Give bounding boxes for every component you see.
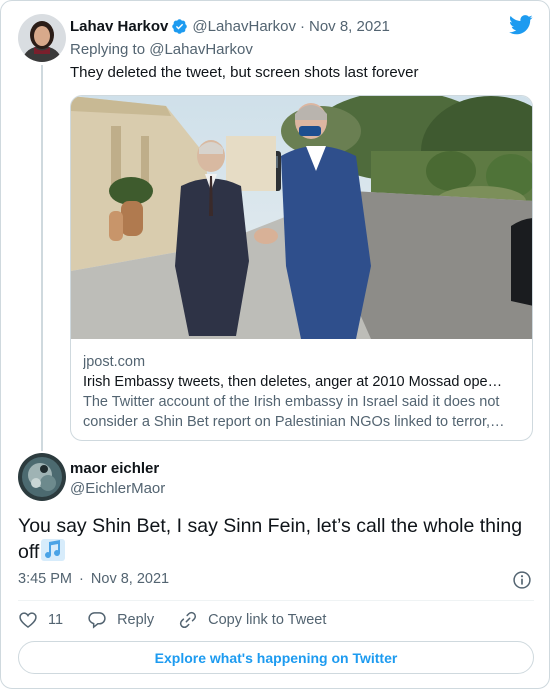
link-icon xyxy=(180,611,197,629)
reply-label: Reply xyxy=(117,612,155,628)
tweet-timestamp[interactable]: 3:45 PM · Nov 8, 2021 xyxy=(18,571,169,587)
twitter-bird-icon[interactable] xyxy=(509,15,533,35)
main-tweet-text: You say Shin Bet, I say Sinn Fein, let’s… xyxy=(18,514,534,565)
musical-notes-icon xyxy=(41,539,66,561)
heart-icon xyxy=(19,612,37,629)
reply-bubble-icon xyxy=(88,612,106,629)
separator-dot: · xyxy=(79,571,84,587)
author-handle[interactable]: @LahavHarkov xyxy=(192,18,296,35)
copy-link-button[interactable]: Copy link to Tweet xyxy=(178,610,326,630)
tweet-date[interactable]: Nov 8, 2021 xyxy=(91,571,169,587)
divider xyxy=(18,600,534,601)
like-button[interactable]: 11 xyxy=(18,610,63,630)
tweet-time[interactable]: 3:45 PM xyxy=(18,571,72,587)
reply-tweet-text: They deleted the tweet, but screen shots… xyxy=(70,64,419,81)
main-tweet-body: You say Shin Bet, I say Sinn Fein, let’s… xyxy=(18,515,523,563)
copy-link-label: Copy link to Tweet xyxy=(208,612,327,628)
link-description-line-1: The Twitter account of the Irish embassy… xyxy=(83,394,500,410)
article-photo xyxy=(71,96,532,339)
replying-to-handle[interactable]: @LahavHarkov xyxy=(149,41,253,58)
link-description-line-2: consider a Shin Bet report on Palestinia… xyxy=(83,414,505,430)
info-icon[interactable] xyxy=(512,570,532,590)
link-title: Irish Embassy tweets, then deletes, ange… xyxy=(83,374,503,390)
embedded-tweet-card: Lahav Harkov @LahavHarkov · Nov 8, 2021 … xyxy=(0,0,550,689)
tweet-actions-bar: 11 Reply Copy link to Tweet xyxy=(18,610,350,630)
author-name[interactable]: Lahav Harkov xyxy=(70,18,168,35)
tweet-date[interactable]: Nov 8, 2021 xyxy=(309,18,390,35)
thread-connector-line xyxy=(41,65,43,451)
explore-twitter-button[interactable]: Explore what's happening on Twitter xyxy=(18,641,534,674)
separator-dot: · xyxy=(300,17,305,35)
lahav-avatar[interactable] xyxy=(18,14,66,62)
author-name[interactable]: maor eichler xyxy=(70,460,159,477)
like-count: 11 xyxy=(48,612,64,628)
replying-to-label: Replying to xyxy=(70,40,150,58)
link-preview-card[interactable]: jpost.com Irish Embassy tweets, then del… xyxy=(70,95,533,441)
author-handle[interactable]: @EichlerMaor xyxy=(70,480,165,497)
link-domain: jpost.com xyxy=(83,354,146,370)
verified-badge-icon xyxy=(172,18,188,34)
reply-button[interactable]: Reply xyxy=(87,610,154,630)
maor-avatar[interactable] xyxy=(18,453,66,501)
